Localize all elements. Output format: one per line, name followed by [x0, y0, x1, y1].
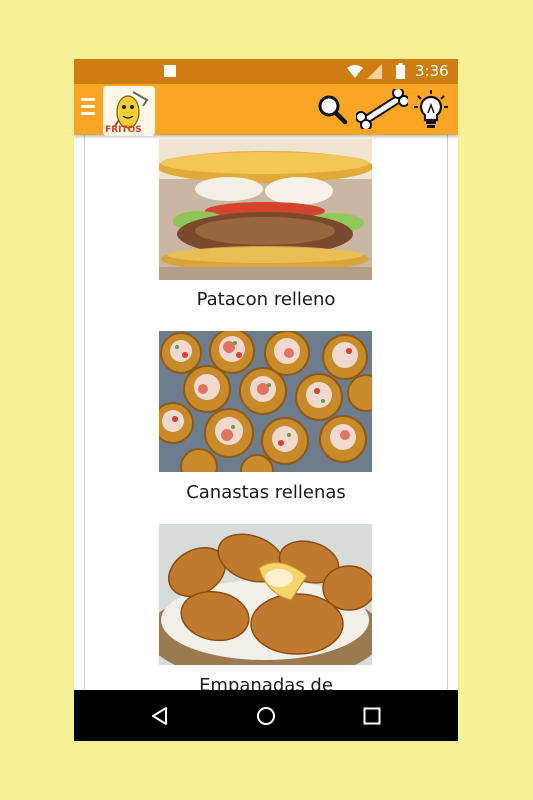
recents-icon[interactable]	[363, 707, 381, 725]
empanadas-photo[interactable]	[159, 524, 372, 665]
phone-screen: 3:36 FRITOS Patacon relleno Canastas rel…	[74, 59, 458, 741]
app-logo-image: FRITOS	[103, 86, 155, 136]
home-icon[interactable]	[256, 706, 276, 726]
app-toolbar: FRITOS	[74, 84, 458, 136]
recipe-name[interactable]: Canastas rellenas	[74, 482, 458, 503]
status-bar: 3:36	[74, 59, 458, 84]
hamburger-menu-icon[interactable]	[81, 98, 95, 120]
clock-time: 3:36	[415, 62, 449, 80]
signal-icon	[367, 64, 382, 79]
wifi-icon	[347, 65, 363, 78]
search-icon[interactable]	[316, 93, 348, 125]
recipe-name[interactable]: Empanadas de	[74, 675, 458, 690]
patacon-relleno-photo[interactable]	[159, 139, 372, 280]
battery-icon	[396, 63, 405, 79]
app-logo[interactable]: FRITOS	[103, 86, 155, 136]
recipe-list[interactable]: Patacon relleno Canastas rellenas Empana…	[74, 135, 458, 690]
recipe-name[interactable]: Patacon relleno	[74, 289, 458, 310]
bone-icon[interactable]	[356, 89, 408, 129]
canastas-rellenas-photo[interactable]	[159, 331, 372, 472]
back-icon[interactable]	[150, 706, 170, 726]
notification-icon	[164, 65, 176, 77]
system-nav-bar	[74, 690, 458, 741]
lightbulb-icon[interactable]	[414, 89, 448, 129]
logo-lettering: FRITOS	[105, 125, 142, 135]
